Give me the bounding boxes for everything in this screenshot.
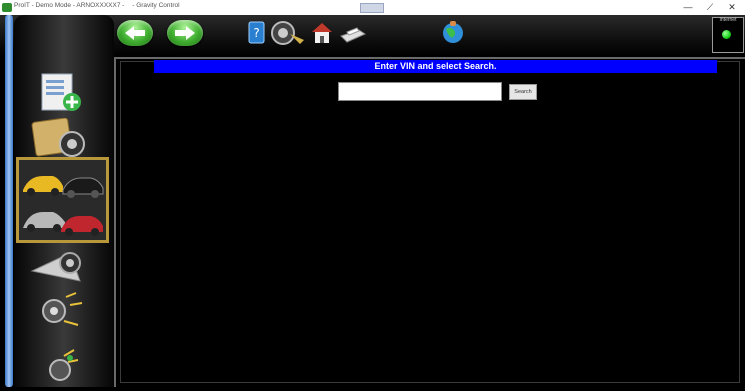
globe-person-icon <box>443 21 463 43</box>
wheel-settings-icon <box>49 349 79 381</box>
minimize-button[interactable]: — <box>678 0 698 15</box>
internet-status-indicator <box>722 30 731 39</box>
wheel-icon <box>271 21 304 45</box>
wheel-adjust-icon <box>42 292 83 326</box>
help-button[interactable]: ? <box>245 20 269 46</box>
search-button[interactable]: Search <box>509 84 537 100</box>
sidebar-item-new-customer[interactable] <box>20 70 108 116</box>
clipboard-wheel-icon <box>31 117 85 157</box>
main-content-panel <box>120 61 740 383</box>
help-book-icon: ? <box>248 21 265 44</box>
back-arrow-icon <box>125 26 145 40</box>
window-title-main: ProIT - Demo Mode - ARNOXXXXX7 - <box>14 2 125 9</box>
app-icon <box>2 3 12 12</box>
svg-text:?: ? <box>253 26 259 40</box>
restore-button[interactable]: ⟋ <box>700 0 720 15</box>
sidebar-item-work-order[interactable] <box>20 117 108 158</box>
back-button[interactable] <box>117 20 153 46</box>
wheel-alignment-icon <box>30 252 81 282</box>
sidebar-item-alignment[interactable] <box>20 245 108 285</box>
internet-label: Internet <box>719 17 737 23</box>
home-icon <box>312 23 332 43</box>
close-button[interactable]: ✕ <box>722 0 742 15</box>
home-button[interactable] <box>310 20 334 46</box>
forward-button[interactable] <box>167 20 203 46</box>
sidebar-item-vehicle-selection[interactable] <box>16 157 109 243</box>
sidebar-scroll-rail[interactable] <box>5 15 13 387</box>
vehicle-selection-icon <box>23 176 104 236</box>
instruction-banner: Enter VIN and select Search. <box>154 60 717 73</box>
window-title: ProIT - Demo Mode - ARNOXXXXX7 - - Gravi… <box>14 2 180 9</box>
vin-input[interactable] <box>338 82 502 101</box>
add-document-icon <box>41 73 81 111</box>
print-button[interactable] <box>337 20 367 46</box>
window-title-extra: - Gravity Control <box>132 2 180 9</box>
online-support-button[interactable] <box>440 20 466 46</box>
sidebar-item-adjust[interactable] <box>20 287 108 331</box>
sidebar-item-settings[interactable] <box>20 346 108 386</box>
forward-arrow-icon <box>175 26 195 40</box>
wheel-button[interactable] <box>270 20 306 46</box>
printer-icon <box>340 27 367 43</box>
title-center-tab[interactable] <box>360 3 384 13</box>
